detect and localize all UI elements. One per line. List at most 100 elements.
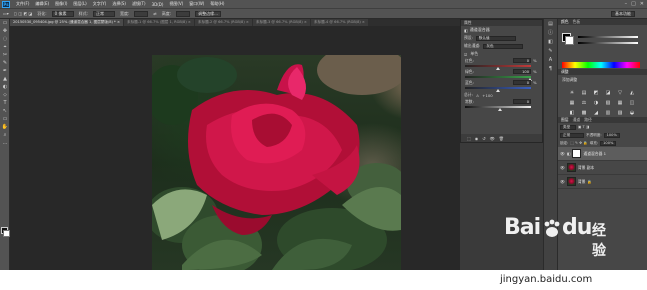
- menu-edit[interactable]: 编辑(E): [35, 1, 49, 7]
- selective-color-icon[interactable]: ▥: [604, 109, 612, 116]
- photo-filter-icon[interactable]: ◑: [592, 99, 600, 106]
- eye-icon[interactable]: 👁: [560, 151, 565, 156]
- blend-mode-select[interactable]: 正常: [560, 132, 584, 138]
- color-spectrum[interactable]: [562, 62, 640, 68]
- menu-type[interactable]: 文字(Y): [93, 1, 107, 7]
- threshold-icon[interactable]: ▩: [580, 109, 588, 116]
- opacity-input[interactable]: 100%: [603, 132, 620, 138]
- brush-preset-icon[interactable]: ✎: [544, 46, 557, 55]
- layer-row[interactable]: 👁 背景 🔒: [558, 175, 647, 189]
- delete-icon[interactable]: 🗑: [499, 136, 504, 141]
- menu-file[interactable]: 文件(F): [16, 1, 29, 7]
- layer-row[interactable]: 👁 背景 副本: [558, 161, 647, 175]
- channel-mixer-icon[interactable]: ▧: [604, 99, 612, 106]
- layer-name[interactable]: 背景 副本: [578, 165, 594, 171]
- slider-track[interactable]: [465, 76, 531, 78]
- hue-saturation-icon[interactable]: ◭: [628, 89, 636, 96]
- menu-select[interactable]: 选择(S): [112, 1, 126, 7]
- tool-dodge-icon[interactable]: ◐: [0, 83, 10, 91]
- slider-thumb[interactable]: [496, 89, 500, 92]
- width-input[interactable]: [134, 10, 149, 17]
- vibrance-icon[interactable]: ▽: [616, 89, 624, 96]
- layer-name[interactable]: 背景: [578, 179, 586, 185]
- rose-photo-canvas[interactable]: [152, 55, 401, 270]
- shadows-icon[interactable]: ▨: [616, 109, 624, 116]
- layer-thumbnail[interactable]: [566, 177, 576, 186]
- menu-layer[interactable]: 图层(L): [73, 1, 86, 7]
- tab-adjustments[interactable]: 调整: [561, 69, 569, 75]
- info-icon[interactable]: ⓘ: [544, 28, 557, 37]
- gradient-map-icon[interactable]: ◢: [592, 109, 600, 116]
- invert-icon[interactable]: ◫: [628, 99, 636, 106]
- tool-brush-icon[interactable]: ✎: [0, 59, 10, 67]
- color-balance-icon[interactable]: ▦: [568, 99, 576, 106]
- properties-icon[interactable]: ◧: [544, 37, 557, 46]
- menu-view[interactable]: 视图(V): [169, 1, 183, 7]
- layer-thumbnail[interactable]: [566, 163, 576, 172]
- refine-edge-button[interactable]: 调整边缘...: [195, 10, 222, 17]
- paragraph-icon[interactable]: ¶: [544, 64, 557, 73]
- tool-hand-icon[interactable]: ✋: [0, 123, 10, 131]
- hdr-toning-icon[interactable]: ◒: [628, 109, 636, 116]
- tab-document[interactable]: 未标题-1 @ 66.7% (图层 1, RGB/8) ×: [123, 19, 194, 26]
- lock-icons[interactable]: ⬚ ✎ ✥ 🔒: [570, 141, 587, 145]
- menu-3d[interactable]: 3D(D): [152, 2, 164, 7]
- color-slider[interactable]: [578, 36, 638, 38]
- posterize-icon[interactable]: ◧: [568, 109, 576, 116]
- tool-shape-icon[interactable]: ▭: [0, 115, 10, 123]
- brightness-icon[interactable]: ☀: [568, 89, 576, 96]
- menu-filter[interactable]: 滤镜(T): [132, 1, 146, 7]
- tool-crop-icon[interactable]: ⌖: [0, 43, 10, 51]
- reset-icon[interactable]: ↺: [482, 136, 485, 141]
- menu-image[interactable]: 图像(I): [55, 1, 67, 7]
- fill-input[interactable]: 100%: [600, 140, 617, 146]
- workspace-select[interactable]: 基本功能: [611, 11, 635, 17]
- monochrome-checkbox[interactable]: ☑: [464, 52, 467, 57]
- curves-icon[interactable]: ◩: [592, 89, 600, 96]
- tool-type-icon[interactable]: T: [0, 99, 10, 107]
- character-icon[interactable]: A: [544, 55, 557, 64]
- background-color-swatch[interactable]: [3, 230, 10, 237]
- selection-mode-icons[interactable]: ◻ ◫ ◩ ◪: [14, 11, 32, 16]
- feather-input[interactable]: 0 像素: [51, 10, 74, 17]
- maximize-button[interactable]: □: [631, 1, 636, 7]
- clip-to-layer-icon[interactable]: ⬚: [467, 136, 471, 141]
- style-select[interactable]: 正常: [93, 10, 115, 17]
- marquee-tool-icon[interactable]: ▭▾: [3, 11, 9, 16]
- output-channel-select[interactable]: 灰色: [483, 43, 524, 49]
- slider-value-input[interactable]: 100: [513, 69, 531, 74]
- history-icon[interactable]: ▤: [544, 19, 557, 28]
- color-slider[interactable]: [578, 42, 638, 44]
- color-lookup-icon[interactable]: ▦: [616, 99, 624, 106]
- tool-lasso-icon[interactable]: ◌: [0, 35, 10, 43]
- tab-document[interactable]: 未标题-3 @ 66.7% (RGB/8) ×: [252, 19, 310, 26]
- tab-layers[interactable]: 图层: [561, 117, 569, 123]
- slider-value-input[interactable]: 0: [513, 58, 531, 63]
- tab-document[interactable]: 未标题-2 @ 66.7% (RGB/8) ×: [194, 19, 252, 26]
- tool-path-select-icon[interactable]: ↖: [0, 107, 10, 115]
- tab-document-active[interactable]: 20150530_095404.jpg @ 25% (通道混合器 1, 图层蒙版…: [10, 19, 123, 26]
- tool-more-icon[interactable]: …: [0, 139, 10, 147]
- tool-slice-icon[interactable]: ✂: [0, 51, 10, 59]
- black-white-icon[interactable]: ⚖: [580, 99, 588, 106]
- menu-window[interactable]: 窗口(W): [189, 1, 204, 7]
- constant-value-input[interactable]: 0: [513, 99, 531, 104]
- tab-channels[interactable]: 通道: [573, 117, 581, 123]
- filter-icons[interactable]: ▣ T ◨: [578, 125, 589, 129]
- tab-paths[interactable]: 路径: [584, 117, 592, 123]
- tab-document[interactable]: 未标题-4 @ 66.7% (RGB/8) ×: [310, 19, 368, 26]
- eye-icon[interactable]: 👁: [560, 165, 565, 170]
- close-button[interactable]: ✕: [640, 1, 644, 7]
- visibility-icon[interactable]: 👁: [490, 136, 495, 141]
- layer-row[interactable]: 👁 ◧ 通道混合器 1: [558, 147, 647, 161]
- layer-name[interactable]: 通道混合器 1: [583, 151, 606, 157]
- height-input[interactable]: [176, 10, 191, 17]
- levels-icon[interactable]: ▤: [580, 89, 588, 96]
- layer-mask-thumbnail[interactable]: [572, 149, 582, 158]
- swap-icon[interactable]: ⇄: [153, 11, 156, 16]
- constant-thumb[interactable]: [498, 108, 502, 111]
- tool-zoom-icon[interactable]: ⌕: [0, 131, 10, 139]
- tool-stamp-icon[interactable]: ▲: [0, 75, 10, 83]
- minimize-button[interactable]: –: [625, 1, 628, 7]
- tool-marquee-icon[interactable]: ▭: [0, 19, 10, 27]
